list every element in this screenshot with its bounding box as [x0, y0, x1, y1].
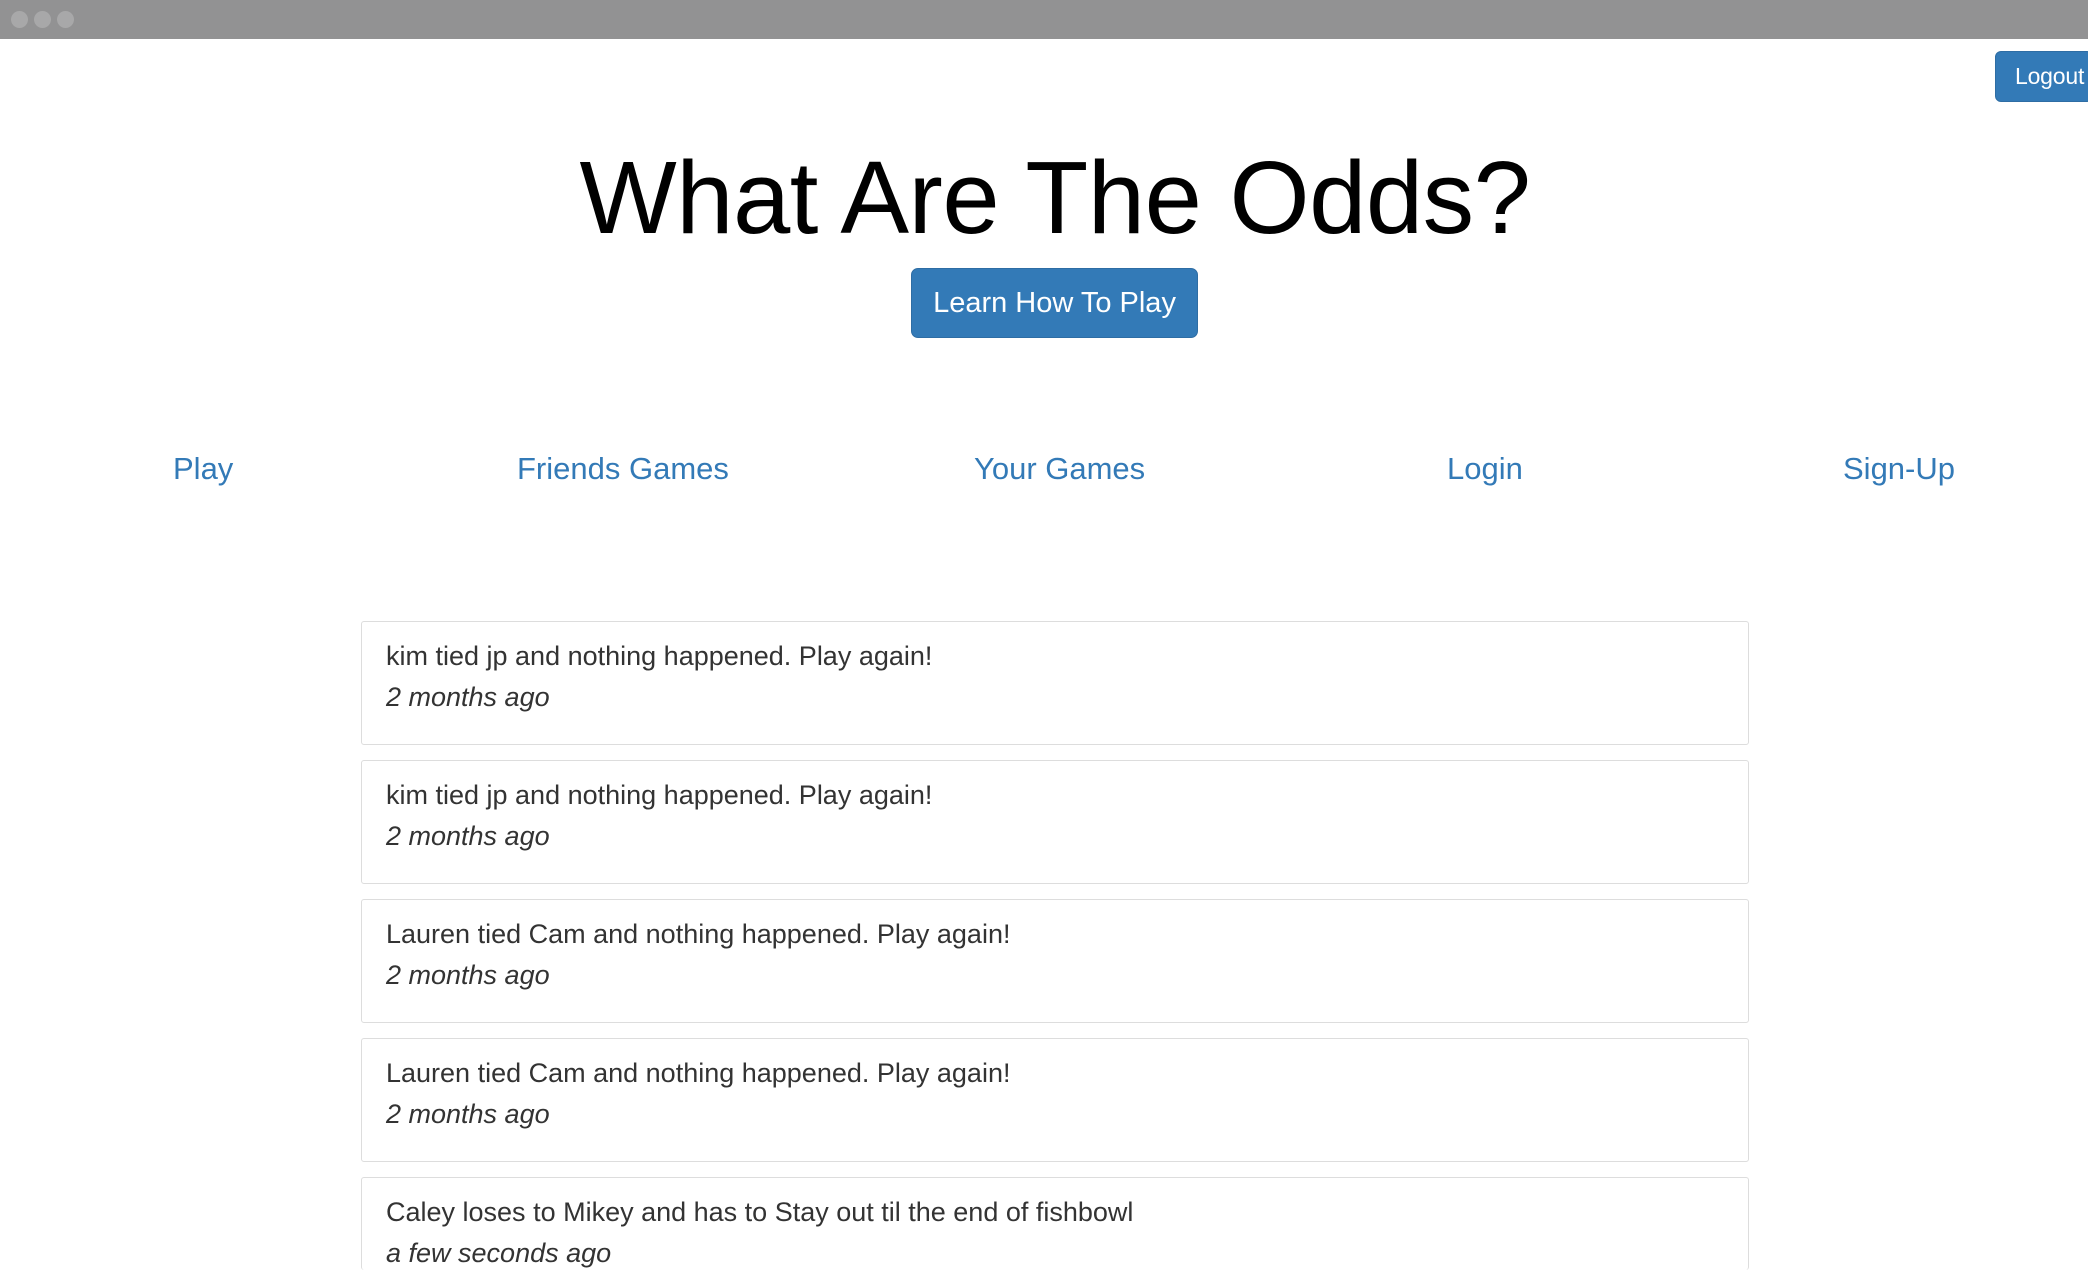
window-close-dot[interactable]	[11, 11, 28, 28]
feed-item: kim tied jp and nothing happened. Play a…	[361, 621, 1749, 745]
logout-button[interactable]: Logout	[1995, 51, 2088, 102]
feed-item-text: Caley loses to Mikey and has to Stay out…	[386, 1197, 1134, 1227]
feed-item-timestamp: 2 months ago	[386, 682, 550, 712]
window-titlebar	[0, 0, 2088, 39]
feed-item-timestamp: a few seconds ago	[386, 1238, 612, 1268]
feed-item-text: kim tied jp and nothing happened. Play a…	[386, 641, 933, 671]
feed-item-text: kim tied jp and nothing happened. Play a…	[386, 780, 933, 810]
feed-item: Lauren tied Cam and nothing happened. Pl…	[361, 899, 1749, 1023]
page-title: What Are The Odds?	[579, 140, 1531, 255]
nav-play-link[interactable]: Play	[173, 449, 233, 489]
nav-sign-up-link[interactable]: Sign-Up	[1843, 449, 1955, 489]
feed-item-text: Lauren tied Cam and nothing happened. Pl…	[386, 1058, 1011, 1088]
feed-item-timestamp: 2 months ago	[386, 960, 550, 990]
feed-item-timestamp: 2 months ago	[386, 1099, 550, 1129]
window-zoom-dot[interactable]	[57, 11, 74, 28]
window-minimize-dot[interactable]	[34, 11, 51, 28]
learn-how-to-play-button[interactable]: Learn How To Play	[911, 268, 1198, 338]
feed-item: Lauren tied Cam and nothing happened. Pl…	[361, 1038, 1749, 1162]
feed-item: Caley loses to Mikey and has to Stay out…	[361, 1177, 1749, 1270]
feed-item: kim tied jp and nothing happened. Play a…	[361, 760, 1749, 884]
feed-item-timestamp: 2 months ago	[386, 821, 550, 851]
nav-friends-games-link[interactable]: Friends Games	[517, 449, 729, 489]
nav-login-link[interactable]: Login	[1447, 449, 1523, 489]
nav-your-games-link[interactable]: Your Games	[974, 449, 1145, 489]
feed-item-text: Lauren tied Cam and nothing happened. Pl…	[386, 919, 1011, 949]
